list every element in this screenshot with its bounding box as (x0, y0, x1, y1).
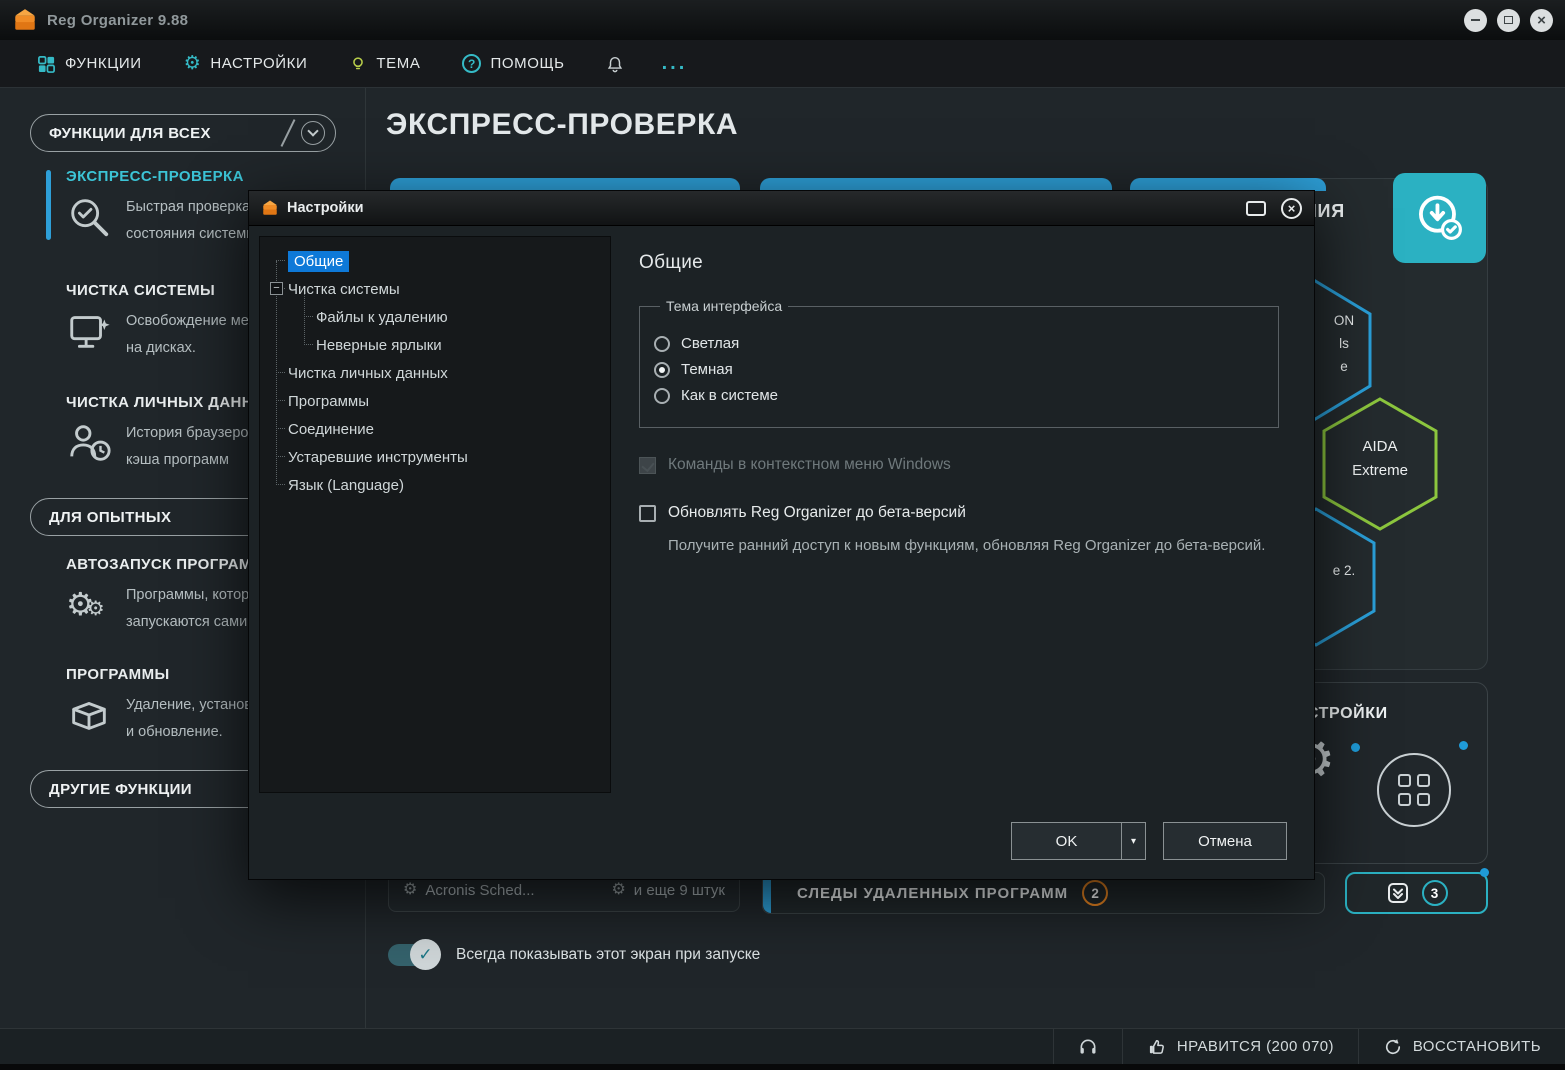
menu-settings[interactable]: ⚙ НАСТРОЙКИ (163, 40, 329, 87)
settings-panel: Общие Тема интерфейса Светлая Темная Как… (611, 236, 1314, 793)
functions-icon (37, 54, 56, 73)
statusbar: НРАВИТСЯ (200 070) ВОССТАНОВИТЬ (0, 1028, 1565, 1064)
dialog-window-controls: × (1246, 198, 1302, 219)
menu-more[interactable]: ... (646, 40, 704, 87)
window-edge (0, 1064, 1565, 1070)
divider (281, 119, 296, 147)
theme-option-light[interactable]: Светлая (654, 335, 1264, 352)
beta-updates-checkbox-row[interactable]: Обновлять Reg Organizer до бета-версий (639, 504, 1314, 522)
theme-option-system[interactable]: Как в системе (654, 387, 1264, 404)
ok-button[interactable]: OK (1011, 822, 1121, 860)
person-history-icon (66, 420, 112, 466)
count-badge: 2 (1082, 880, 1108, 906)
dialog-restore-button[interactable] (1246, 201, 1266, 216)
magnifier-check-icon (66, 194, 112, 240)
ok-split-button: OK ▾ (1011, 822, 1146, 860)
gear-icon: ⚙ (184, 54, 202, 73)
chevron-down-icon (301, 121, 325, 145)
theme-option-dark[interactable]: Темная (654, 361, 1264, 378)
notification-dot (1351, 743, 1360, 752)
tree-item-connection[interactable]: Соединение (260, 415, 610, 443)
radio-icon[interactable] (654, 336, 670, 352)
sidebar-group-functions-for-all[interactable]: ФУНКЦИИ ДЛЯ ВСЕХ (30, 114, 336, 152)
menu-functions[interactable]: ФУНКЦИИ (16, 40, 163, 87)
close-button[interactable]: × (1530, 9, 1553, 32)
tree-item-obsolete-tools[interactable]: Устаревшие инструменты (260, 443, 610, 471)
acronis-chip[interactable]: ⚙ Acronis Sched... (403, 882, 535, 899)
window-title: Reg Organizer 9.88 (47, 12, 188, 29)
app-hexagon-label: AIDA Extreme (1321, 435, 1439, 483)
count-badge: 3 (1422, 880, 1448, 906)
maximize-button[interactable] (1497, 9, 1520, 32)
gear-icon: ⚙ (403, 882, 417, 898)
app-logo-icon (261, 199, 279, 217)
cloud-download-icon (1412, 190, 1468, 246)
titlebar: Reg Organizer 9.88 × (0, 0, 1565, 40)
like-button[interactable]: НРАВИТСЯ (200 070) (1122, 1029, 1358, 1064)
help-icon: ? (462, 54, 481, 73)
context-menu-checkbox-row: Команды в контекстном меню Windows (639, 456, 1314, 474)
tree-item-files-to-delete[interactable]: Файлы к удалению (260, 303, 610, 331)
dialog-close-button[interactable]: × (1281, 198, 1302, 219)
radio-checked-icon[interactable] (654, 362, 670, 378)
notification-dot (1480, 868, 1489, 877)
notifications-button[interactable] (592, 40, 638, 87)
tree-item-invalid-shortcuts[interactable]: Неверные ярлыки (260, 331, 610, 359)
menu-help[interactable]: ? ПОМОЩЬ (441, 40, 585, 87)
tree-item-general[interactable]: Общие (260, 247, 610, 275)
headphones-icon (1078, 1037, 1098, 1057)
window-controls: × (1464, 9, 1553, 32)
tree-item-private-data-cleanup[interactable]: Чистка личных данных (260, 359, 610, 387)
tree-item-system-cleanup[interactable]: − Чистка системы (260, 275, 610, 303)
updates-count-button[interactable]: 3 (1345, 872, 1488, 914)
cancel-button[interactable]: Отмена (1163, 822, 1287, 860)
bell-icon (606, 55, 624, 73)
lightbulb-icon (349, 55, 367, 73)
tree-item-programs[interactable]: Программы (260, 387, 610, 415)
theme-group: Тема интерфейса Светлая Темная Как в сис… (639, 298, 1279, 428)
notification-dot (1459, 741, 1468, 750)
collapse-icon[interactable]: − (270, 282, 283, 295)
panel-heading: Общие (639, 252, 1314, 274)
install-box-icon (1386, 881, 1410, 905)
dialog-footer: OK ▾ Отмена (249, 803, 1314, 879)
gear-icon: ⚙ (611, 882, 625, 898)
restore-button[interactable]: ВОССТАНОВИТЬ (1358, 1029, 1565, 1064)
apps-grid-icon[interactable] (1377, 753, 1451, 827)
thumbs-up-icon (1147, 1037, 1167, 1057)
show-on-start-row: ✓ Всегда показывать этот экран при запус… (388, 944, 760, 966)
checkbox-disabled-icon (639, 457, 656, 474)
radio-icon[interactable] (654, 388, 670, 404)
tree-item-language[interactable]: Язык (Language) (260, 471, 610, 499)
settings-tree: Общие − Чистка системы Файлы к удалению … (259, 236, 611, 793)
updates-tab[interactable] (1393, 173, 1486, 263)
beta-description: Получите ранний доступ к новым функциям,… (668, 534, 1283, 558)
dialog-title: Настройки (287, 200, 364, 216)
gears-icon: ⚙⚙ (66, 582, 112, 628)
minimize-button[interactable] (1464, 9, 1487, 32)
theme-group-legend: Тема интерфейса (660, 298, 788, 314)
more-apps-chip[interactable]: ⚙ и еще 9 штук (611, 882, 725, 899)
restore-arrow-icon (1383, 1037, 1403, 1057)
show-on-start-toggle[interactable]: ✓ (388, 944, 436, 966)
box-icon (66, 692, 112, 738)
menubar: ФУНКЦИИ ⚙ НАСТРОЙКИ ТЕМА ? ПОМОЩЬ ... (0, 40, 1565, 88)
support-button[interactable] (1053, 1029, 1122, 1064)
page-title: ЭКСПРЕСС-ПРОВЕРКА (386, 108, 738, 142)
disk-cleanup-icon (66, 308, 112, 354)
toggle-check-icon: ✓ (410, 939, 441, 970)
checkbox-icon[interactable] (639, 505, 656, 522)
settings-dialog: Настройки × Общие − Чистка системы Файлы… (248, 190, 1315, 880)
ok-dropdown-arrow[interactable]: ▾ (1121, 822, 1146, 860)
app-logo-icon (12, 7, 38, 33)
menu-theme[interactable]: ТЕМА (328, 40, 441, 87)
dialog-titlebar: Настройки × (249, 191, 1314, 226)
